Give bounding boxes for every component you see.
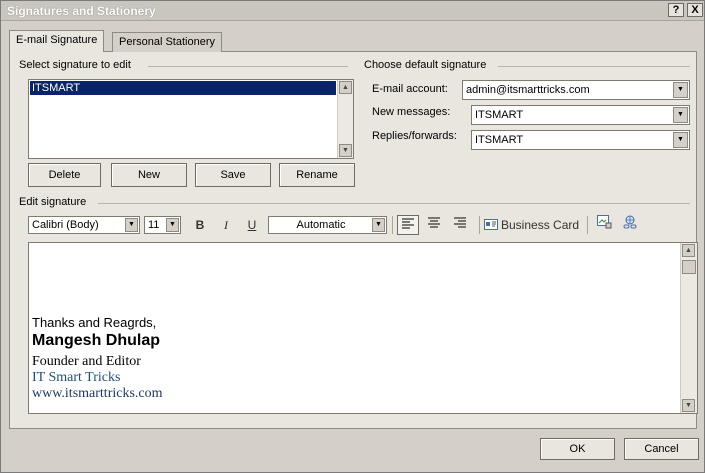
signature-line-name[interactable]: Mangesh Dhulap [32, 332, 160, 350]
window-title: Signatures and Stationery [7, 4, 156, 18]
divider [498, 66, 690, 67]
align-right-icon[interactable] [449, 215, 471, 235]
font-color-value: Automatic [296, 219, 346, 231]
close-button[interactable]: X [687, 3, 703, 17]
chevron-down-icon[interactable]: ▼ [673, 107, 688, 123]
hyperlink-icon[interactable] [620, 215, 640, 235]
replies-forwards-value: ITSMART [475, 134, 524, 146]
tab-panel: Select signature to edit ITSMART ▲ ▼ Del… [9, 51, 698, 429]
divider [148, 66, 348, 67]
italic-button[interactable]: I [216, 215, 236, 235]
delete-button[interactable]: Delete [28, 163, 101, 187]
business-card-icon [484, 216, 498, 236]
font-size-value: 11 [148, 219, 160, 231]
help-button[interactable]: ? [668, 3, 684, 17]
scroll-thumb[interactable] [682, 260, 696, 274]
tab-email-signature[interactable]: E-mail Signature [9, 30, 105, 52]
email-account-select[interactable]: admin@itsmarttricks.com ▼ [462, 80, 690, 100]
font-name-value: Calibri (Body) [32, 219, 99, 231]
divider [98, 203, 690, 204]
font-size-select[interactable]: 11 ▼ [144, 216, 181, 234]
signature-list[interactable]: ITSMART ▲ ▼ [28, 79, 354, 159]
up-arrow-icon[interactable]: ▲ [682, 244, 695, 257]
new-button[interactable]: New [111, 163, 187, 187]
tab-personal-stationery[interactable]: Personal Stationery [112, 32, 222, 52]
business-card-label: Business Card [501, 218, 580, 232]
title-bar[interactable]: Signatures and Stationery ? X [1, 1, 704, 21]
toolbar-separator [479, 216, 480, 234]
list-scrollbar[interactable]: ▲ ▼ [337, 80, 353, 158]
signature-line-title[interactable]: Founder and Editor [32, 354, 141, 370]
font-name-select[interactable]: Calibri (Body) ▼ [28, 216, 140, 234]
email-account-label: E-mail account: [372, 83, 448, 95]
signature-line-closing[interactable]: Thanks and Reagrds, [32, 315, 156, 330]
down-arrow-icon[interactable]: ▼ [682, 399, 695, 412]
chevron-down-icon[interactable]: ▼ [372, 218, 385, 232]
chevron-down-icon[interactable]: ▼ [673, 132, 688, 148]
align-left-icon[interactable] [397, 215, 419, 235]
new-messages-value: ITSMART [475, 109, 524, 121]
underline-button[interactable]: U [242, 215, 262, 235]
chevron-down-icon[interactable]: ▼ [166, 218, 179, 232]
toolbar-separator [392, 216, 393, 234]
insert-picture-icon[interactable] [594, 215, 614, 235]
signature-line-company[interactable]: IT Smart Tricks [32, 370, 120, 386]
replies-forwards-select[interactable]: ITSMART ▼ [471, 130, 690, 150]
signatures-dialog: Signatures and Stationery ? X E-mail Sig… [0, 0, 705, 473]
font-color-select[interactable]: Automatic ▼ [268, 216, 387, 234]
chevron-down-icon[interactable]: ▼ [673, 82, 688, 98]
list-item[interactable]: ITSMART [30, 81, 336, 95]
toolbar-separator [587, 216, 588, 234]
replies-forwards-label: Replies/forwards: [372, 130, 457, 142]
new-messages-select[interactable]: ITSMART ▼ [471, 105, 690, 125]
new-messages-label: New messages: [372, 106, 451, 118]
default-signature-label: Choose default signature [364, 59, 487, 71]
edit-signature-label: Edit signature [19, 196, 87, 208]
business-card-button[interactable]: Business Card [484, 215, 582, 235]
save-button[interactable]: Save [195, 163, 271, 187]
bold-button[interactable]: B [190, 215, 210, 235]
select-signature-label: Select signature to edit [19, 59, 131, 71]
signature-line-website[interactable]: www.itsmarttricks.com [32, 386, 163, 402]
chevron-down-icon[interactable]: ▼ [125, 218, 138, 232]
cancel-button[interactable]: Cancel [624, 438, 699, 460]
down-arrow-icon[interactable]: ▼ [339, 144, 352, 157]
rename-button[interactable]: Rename [279, 163, 355, 187]
align-center-icon[interactable] [423, 215, 445, 235]
signature-editor[interactable]: Thanks and Reagrds, Mangesh Dhulap Found… [28, 242, 698, 414]
up-arrow-icon[interactable]: ▲ [339, 81, 352, 94]
ok-button[interactable]: OK [540, 438, 615, 460]
editor-scrollbar[interactable]: ▲ ▼ [680, 243, 697, 413]
email-account-value: admin@itsmarttricks.com [466, 84, 590, 96]
